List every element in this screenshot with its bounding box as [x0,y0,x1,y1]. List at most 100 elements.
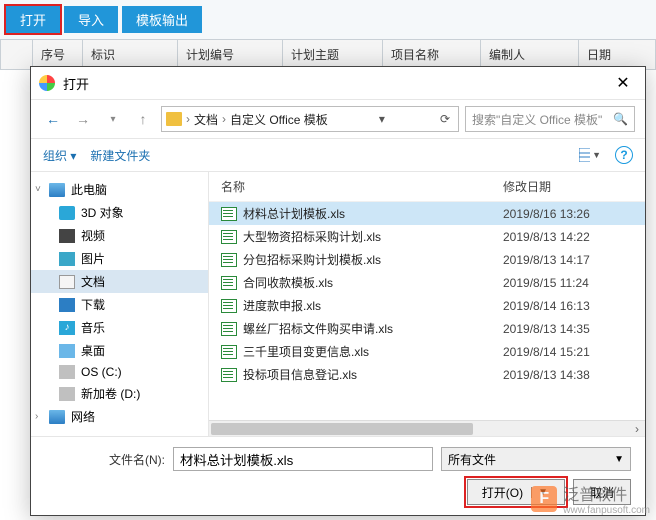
cancel-button[interactable]: 取消 [573,479,631,505]
view-mode-icon[interactable]: ▼ [579,145,601,165]
nav-up-icon[interactable]: ↑ [131,107,155,131]
file-name: 螺丝厂招标文件购买申请.xls [243,320,497,337]
file-row[interactable]: 投标项目信息登记.xls2019/8/13 14:38 [209,363,645,386]
tree-item-label: 3D 对象 [81,204,124,221]
open-dialog: 打开 ✕ ← → ▾ ↑ › 文档 › 自定义 Office 模板 ▾ ⟳ 搜索… [30,66,646,516]
xls-icon [221,276,237,290]
tree-item-label: 视频 [81,227,105,244]
xls-icon [221,368,237,382]
file-row[interactable]: 螺丝厂招标文件购买申请.xls 2019/8/13 14:35 [209,317,645,340]
tree-item[interactable]: 图片 [31,247,208,270]
import-button[interactable]: 导入 [64,6,118,33]
expand-icon[interactable]: › [35,411,38,422]
dialog-nav: ← → ▾ ↑ › 文档 › 自定义 Office 模板 ▾ ⟳ 搜索"自定义 … [31,100,645,139]
search-icon[interactable]: 🔍 [613,112,628,126]
tree-item-label: 桌面 [81,342,105,359]
tree-item-label: 音乐 [81,319,105,336]
expand-icon[interactable]: ˅ [35,184,41,195]
new-folder-button[interactable]: 新建文件夹 [90,147,150,164]
address-drop-icon[interactable]: ▾ [375,112,389,126]
file-name: 投标项目信息登记.xls [243,366,497,383]
grid-col-project[interactable]: 项目名称 [382,40,480,69]
filename-label: 文件名(N): [45,451,165,468]
file-row[interactable]: 进度款申报.xls 2019/8/14 16:13 [209,294,645,317]
tree-item[interactable]: ›网络 [31,405,208,428]
tree-item[interactable]: ˅ 此电脑 [31,178,208,201]
tree-item[interactable]: 视频 [31,224,208,247]
tree-item[interactable]: 新加卷 (D:) [31,382,208,405]
file-list-header: 名称 修改日期 [209,172,645,202]
file-date: 2019/8/14 16:13 [503,299,633,313]
dialog-titlebar[interactable]: 打开 ✕ [31,67,645,100]
filename-input[interactable] [173,447,433,471]
col-date[interactable]: 修改日期 [503,178,633,195]
grid-col-date[interactable]: 日期 [578,40,655,69]
file-pane: 名称 修改日期 材料总计划模板.xls2019/8/16 13:26大型物资招标… [209,172,645,436]
close-icon[interactable]: ✕ [609,73,637,93]
crumb-sep-icon: › [222,112,226,126]
grid-col-seq[interactable]: 序号 [32,40,82,69]
tree-item-label: 此电脑 [71,181,107,198]
grid-col-author[interactable]: 编制人 [480,40,578,69]
dialog-logo-icon [39,75,55,91]
tree-item[interactable]: 下载 [31,293,208,316]
file-row[interactable]: 合同收款模板.xls2019/8/15 11:24 [209,271,645,294]
nav-forward-icon[interactable]: → [71,107,95,131]
xls-icon [221,230,237,244]
tree-item-icon [59,365,75,379]
xls-icon [221,207,237,221]
tree-item-label: 文档 [81,273,105,290]
file-name: 分包招标采购计划模板.xls [243,251,497,268]
tree-item[interactable]: 桌面 [31,339,208,362]
file-name: 合同收款模板.xls [243,274,497,291]
col-name[interactable]: 名称 [221,178,503,195]
file-date: 2019/8/14 15:21 [503,345,633,359]
tree-item-label: 图片 [81,250,105,267]
file-date: 2019/8/13 14:35 [503,322,633,336]
scroll-thumb[interactable] [211,423,473,435]
file-row[interactable]: 三千里项目变更信息.xls2019/8/14 15:21 [209,340,645,363]
tree-item-icon [59,275,75,289]
tree-item-icon [59,252,75,266]
grid-col-label[interactable]: 标识 [82,40,177,69]
crumb-sep-icon: › [186,112,190,126]
dialog-toolbar: 组织 ▾ 新建文件夹 ▼ ? [31,139,645,172]
nav-recent-icon[interactable]: ▾ [101,107,125,131]
tree-item[interactable]: 3D 对象 [31,201,208,224]
tree-item-icon [59,387,75,401]
address-refresh-icon[interactable]: ⟳ [436,112,454,126]
file-row[interactable]: 材料总计划模板.xls2019/8/16 13:26 [209,202,645,225]
search-input[interactable]: 搜索"自定义 Office 模板" 🔍 [465,106,635,132]
chevron-down-icon: ▼ [614,454,624,465]
organize-menu[interactable]: 组织 ▾ [43,147,76,164]
file-list[interactable]: 材料总计划模板.xls2019/8/16 13:26大型物资招标采购计划.xls… [209,202,645,420]
tree-item[interactable]: 音乐 [31,316,208,339]
xls-icon [221,253,237,267]
grid-col-planno[interactable]: 计划编号 [177,40,282,69]
open-file-button[interactable]: 打开(O) ▼ [467,479,565,505]
file-name: 进度款申报.xls [243,297,497,314]
crumb-sub[interactable]: 自定义 Office 模板 [230,111,328,128]
open-button[interactable]: 打开 [6,6,60,33]
crumb-docs[interactable]: 文档 [194,111,218,128]
file-row[interactable]: 大型物资招标采购计划.xls2019/8/13 14:22 [209,225,645,248]
folder-tree[interactable]: ˅ 此电脑 3D 对象视频图片文档下载音乐桌面 OS (C:) 新加卷 (D:) ›网络 [31,172,209,436]
grid-col-subject[interactable]: 计划主题 [282,40,382,69]
tree-item-label: 新加卷 (D:) [81,385,140,402]
scroll-right-icon[interactable]: › [629,421,645,436]
file-filter-select[interactable]: 所有文件 ▼ [441,447,631,471]
address-bar[interactable]: › 文档 › 自定义 Office 模板 ▾ ⟳ [161,106,459,132]
horizontal-scrollbar[interactable]: ‹ › [209,420,645,436]
tree-item-icon [59,321,75,335]
tree-item[interactable]: 文档 [31,270,208,293]
dialog-footer: 文件名(N): 所有文件 ▼ 打开(O) ▼ 取消 [31,436,645,515]
file-row[interactable]: 分包招标采购计划模板.xls2019/8/13 14:17 [209,248,645,271]
file-filter-text: 所有文件 [448,451,496,468]
nav-back-icon[interactable]: ← [41,107,65,131]
help-icon[interactable]: ? [615,146,633,164]
template-export-button[interactable]: 模板输出 [122,6,202,33]
tree-item[interactable]: OS (C:) [31,362,208,382]
tree-item-icon [49,410,65,424]
open-split-icon[interactable]: ▼ [531,487,554,498]
file-name: 大型物资招标采购计划.xls [243,228,497,245]
